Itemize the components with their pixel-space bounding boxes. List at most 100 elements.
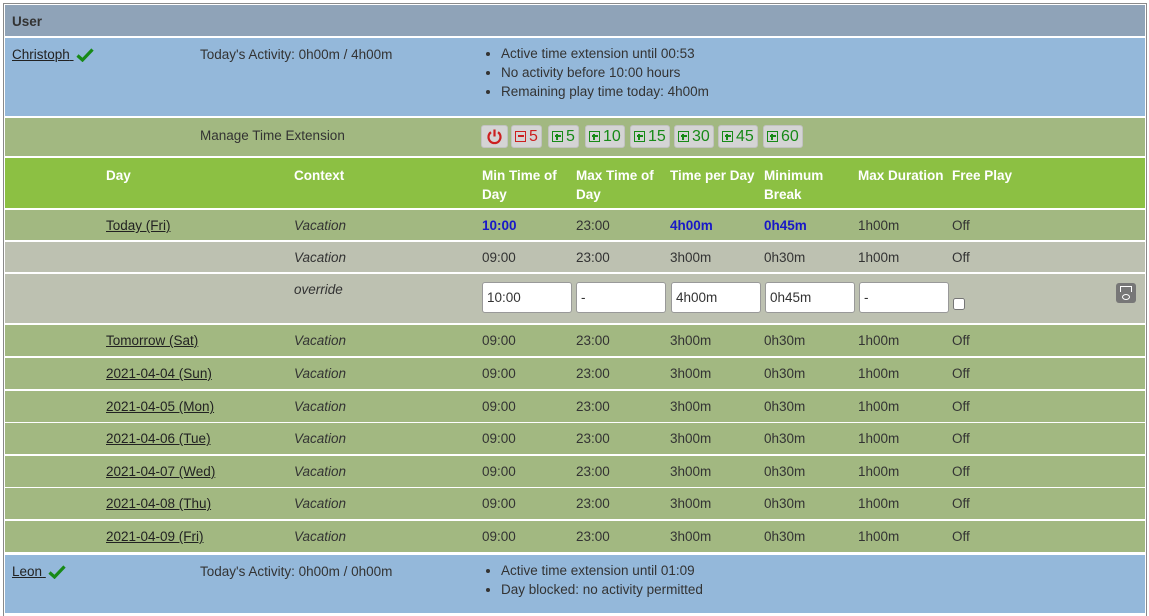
max-time-cell: 23:00 bbox=[576, 333, 610, 348]
free-play-cell: Off bbox=[952, 218, 970, 233]
button-label: 15 bbox=[648, 128, 666, 145]
free-play-cell: Off bbox=[952, 366, 970, 381]
table-row: 2021-04-07 (Wed) Vacation 09:00 23:00 3h… bbox=[5, 456, 1145, 487]
day-link[interactable]: Today (Fri) bbox=[106, 218, 171, 233]
button-label: 5 bbox=[566, 128, 575, 145]
max-duration-cell: 1h00m bbox=[858, 496, 900, 511]
minimum-break-cell: 0h30m bbox=[764, 529, 806, 544]
time-per-day-cell: 3h00m bbox=[670, 366, 712, 381]
plus-15-button[interactable]: 15 bbox=[630, 125, 670, 148]
col-min-time: Min Time of Day bbox=[482, 168, 557, 202]
table-row: 2021-04-05 (Mon) Vacation 09:00 23:00 3h… bbox=[5, 391, 1145, 422]
user-activity: Today's Activity: 0h00m / 4h00m bbox=[200, 47, 393, 62]
time-per-day-cell: 4h00m bbox=[670, 218, 713, 233]
table-row: 2021-04-06 (Tue) Vacation 09:00 23:00 3h… bbox=[5, 423, 1145, 454]
day-link[interactable]: Tomorrow (Sat) bbox=[106, 333, 198, 348]
override-label: override bbox=[294, 282, 343, 297]
note-item: Day blocked: no activity permitted bbox=[501, 580, 703, 599]
table-row: Tomorrow (Sat) Vacation 09:00 23:00 3h00… bbox=[5, 325, 1145, 356]
context-cell: Vacation bbox=[294, 250, 347, 265]
time-per-day-cell: 3h00m bbox=[670, 333, 712, 348]
day-link[interactable]: 2021-04-09 (Fri) bbox=[106, 529, 204, 544]
context-cell: Vacation bbox=[294, 218, 347, 233]
min-time-cell: 09:00 bbox=[482, 529, 516, 544]
max-time-cell: 23:00 bbox=[576, 431, 610, 446]
min-time-cell: 09:00 bbox=[482, 250, 516, 265]
free-play-cell: Off bbox=[952, 464, 970, 479]
user-name: Leon bbox=[12, 564, 43, 579]
override-free-play-checkbox[interactable] bbox=[953, 298, 965, 310]
user-table: User Christoph Today's Activity: 0h00m /… bbox=[3, 3, 1147, 616]
override-max-time-input[interactable] bbox=[576, 282, 666, 313]
context-cell: Vacation bbox=[294, 431, 347, 446]
day-link[interactable]: 2021-04-05 (Mon) bbox=[106, 399, 214, 414]
power-button[interactable] bbox=[481, 125, 508, 148]
context-cell: Vacation bbox=[294, 366, 347, 381]
col-context: Context bbox=[294, 168, 345, 183]
context-cell: Vacation bbox=[294, 333, 347, 348]
table-row: 2021-04-08 (Thu) Vacation 09:00 23:00 3h… bbox=[5, 488, 1145, 519]
minus-5-button[interactable]: 5 bbox=[511, 125, 542, 148]
day-link[interactable]: 2021-04-08 (Thu) bbox=[106, 496, 211, 511]
max-time-cell: 23:00 bbox=[576, 529, 610, 544]
plus-10-button[interactable]: 10 bbox=[585, 125, 625, 148]
plus-box-icon bbox=[767, 131, 778, 142]
col-free-play: Free Play bbox=[952, 168, 1013, 183]
max-time-cell: 23:00 bbox=[576, 218, 610, 233]
context-cell: Vacation bbox=[294, 496, 347, 511]
user-name: Christoph bbox=[12, 47, 70, 62]
note-item: Active time extension until 01:09 bbox=[501, 561, 703, 580]
override-min-time-input[interactable] bbox=[482, 282, 572, 313]
max-duration-cell: 1h00m bbox=[858, 366, 900, 381]
max-duration-cell: 1h00m bbox=[858, 333, 900, 348]
max-duration-cell: 1h00m bbox=[858, 399, 900, 414]
table-row: Today (Fri) Vacation 10:00 23:00 4h00m 0… bbox=[5, 210, 1145, 240]
user-link-leon[interactable]: Leon bbox=[12, 564, 66, 580]
time-per-day-cell: 3h00m bbox=[670, 464, 712, 479]
power-icon bbox=[487, 129, 502, 145]
col-max-duration: Max Duration bbox=[858, 168, 944, 183]
note-item: Active time extension until 00:53 bbox=[501, 44, 709, 63]
plus-5-button[interactable]: 5 bbox=[548, 125, 579, 148]
override-row: override bbox=[5, 274, 1145, 323]
check-icon bbox=[75, 48, 94, 63]
save-icon[interactable] bbox=[1116, 283, 1136, 303]
plus-box-icon bbox=[589, 131, 600, 142]
minimum-break-cell: 0h30m bbox=[764, 464, 806, 479]
plus-30-button[interactable]: 30 bbox=[674, 125, 714, 148]
day-link[interactable]: 2021-04-06 (Tue) bbox=[106, 431, 211, 446]
column-header-row: Day Context Min Time of Day Max Time of … bbox=[5, 158, 1145, 208]
user-link-christoph[interactable]: Christoph bbox=[12, 47, 94, 63]
free-play-cell: Off bbox=[952, 250, 970, 265]
button-label: 5 bbox=[529, 128, 538, 145]
minimum-break-cell: 0h30m bbox=[764, 496, 806, 511]
min-time-cell: 09:00 bbox=[482, 496, 516, 511]
free-play-cell: Off bbox=[952, 496, 970, 511]
table-row: 2021-04-04 (Sun) Vacation 09:00 23:00 3h… bbox=[5, 358, 1145, 389]
min-time-cell: 09:00 bbox=[482, 431, 516, 446]
day-link[interactable]: 2021-04-07 (Wed) bbox=[106, 464, 215, 479]
table-header: User bbox=[5, 5, 1145, 36]
max-duration-cell: 1h00m bbox=[858, 218, 900, 233]
override-time-per-day-input[interactable] bbox=[671, 282, 761, 313]
check-icon bbox=[48, 565, 66, 580]
day-link[interactable]: 2021-04-04 (Sun) bbox=[106, 366, 212, 381]
max-duration-cell: 1h00m bbox=[858, 250, 900, 265]
time-per-day-cell: 3h00m bbox=[670, 399, 712, 414]
plus-45-button[interactable]: 45 bbox=[718, 125, 758, 148]
plus-60-button[interactable]: 60 bbox=[763, 125, 803, 148]
user-row-christoph: Christoph Today's Activity: 0h00m / 4h00… bbox=[5, 38, 1145, 116]
context-cell: Vacation bbox=[294, 464, 347, 479]
button-label: 45 bbox=[736, 128, 754, 145]
min-time-cell: 09:00 bbox=[482, 333, 516, 348]
override-max-duration-input[interactable] bbox=[859, 282, 949, 313]
note-item: Remaining play time today: 4h00m bbox=[501, 82, 709, 101]
user-row-leon: Leon Today's Activity: 0h00m / 0h00m Act… bbox=[5, 555, 1145, 613]
button-label: 60 bbox=[781, 128, 799, 145]
table-header-label: User bbox=[12, 14, 43, 29]
minimum-break-cell: 0h30m bbox=[764, 366, 806, 381]
override-minimum-break-input[interactable] bbox=[765, 282, 855, 313]
plus-box-icon bbox=[552, 131, 563, 142]
minimum-break-cell: 0h30m bbox=[764, 250, 806, 265]
minimum-break-cell: 0h30m bbox=[764, 399, 806, 414]
